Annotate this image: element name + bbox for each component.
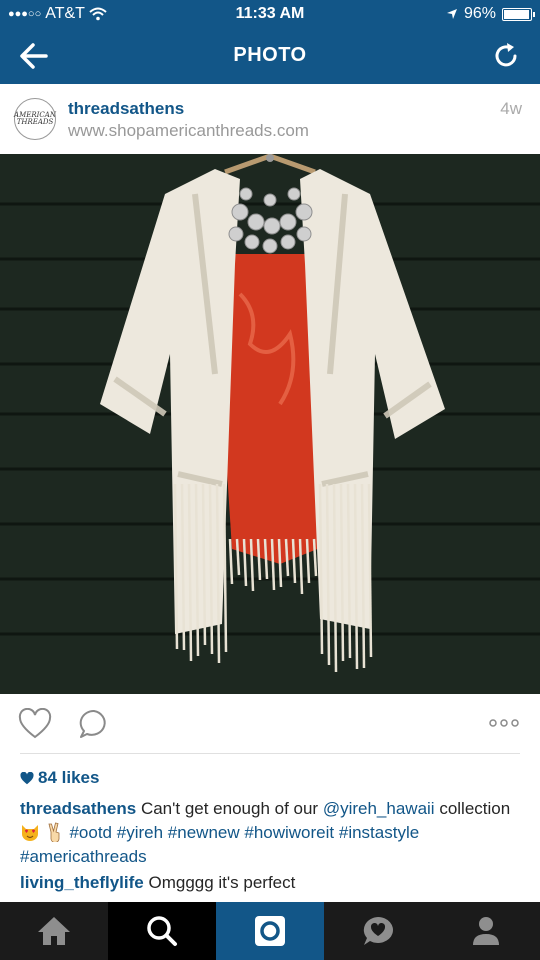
home-icon [38, 917, 70, 945]
post-photo[interactable] [0, 154, 540, 694]
caption-mention[interactable]: @yireh_hawaii [323, 799, 435, 818]
post-caption: threadsathens Can't get enough of our @y… [20, 797, 520, 869]
comment-username[interactable]: living_theflylife [20, 873, 144, 892]
actions-divider [20, 753, 520, 754]
refresh-icon[interactable] [490, 40, 522, 72]
tab-bar [0, 902, 540, 960]
status-bar: ●●●○○ AT&T 11:33 AM 96% [0, 0, 540, 28]
comment-bubble-icon[interactable] [78, 708, 110, 740]
caption-hashtag[interactable]: #instastyle [339, 823, 419, 842]
avatar-logo-text: AMERICAN THREADS [14, 111, 56, 126]
tab-activity[interactable] [324, 902, 432, 960]
likes-label: 84 likes [38, 768, 100, 787]
battery-percent: 96% [463, 5, 496, 22]
page-title: PHOTO [233, 44, 307, 66]
activity-icon [363, 917, 393, 945]
battery-fill [504, 9, 529, 19]
caption-username[interactable]: threadsathens [20, 799, 136, 818]
post-location[interactable]: www.shopamericanthreads.com [68, 121, 309, 141]
search-icon [147, 916, 177, 946]
avatar[interactable]: AMERICAN THREADS [14, 98, 56, 140]
tab-profile[interactable] [432, 902, 540, 960]
caption-text-1: Can't get enough of our [140, 799, 319, 818]
post-username[interactable]: threadsathens [68, 99, 184, 119]
post-header: AMERICAN THREADS threadsathens www.shopa… [0, 84, 540, 154]
tab-home[interactable] [0, 902, 108, 960]
post-timestamp: 4w [500, 99, 522, 118]
victory-hand-emoji-icon [48, 822, 60, 842]
heart-eyes-cat-emoji-icon [22, 825, 38, 841]
caption-text-2: collection [439, 799, 511, 818]
tab-camera[interactable] [216, 902, 324, 960]
tab-search[interactable] [108, 902, 216, 960]
kimono-photo-illustration [0, 154, 540, 694]
caption-hashtag[interactable]: #howiworeit [244, 823, 334, 842]
post-actions [0, 694, 540, 754]
more-options-icon[interactable] [488, 716, 520, 730]
heart-filled-icon [20, 771, 34, 784]
comment-text: Omgggg it's perfect [148, 873, 296, 892]
location-arrow-icon [446, 9, 457, 19]
likes-count[interactable]: 84 likes [20, 768, 99, 788]
caption-hashtag[interactable]: #newnew [168, 823, 240, 842]
battery-icon [502, 7, 535, 21]
nav-bar: PHOTO [0, 28, 540, 84]
caption-hashtag[interactable]: #ootd [69, 823, 112, 842]
heart-icon[interactable] [18, 708, 52, 740]
caption-hashtag[interactable]: #americathreads [20, 847, 147, 866]
camera-icon [255, 916, 285, 946]
status-right: 96% [446, 5, 535, 23]
comment-item: living_theflylife Omgggg it's perfect [20, 873, 295, 893]
caption-hashtag[interactable]: #yireh [117, 823, 163, 842]
profile-icon [473, 917, 499, 945]
